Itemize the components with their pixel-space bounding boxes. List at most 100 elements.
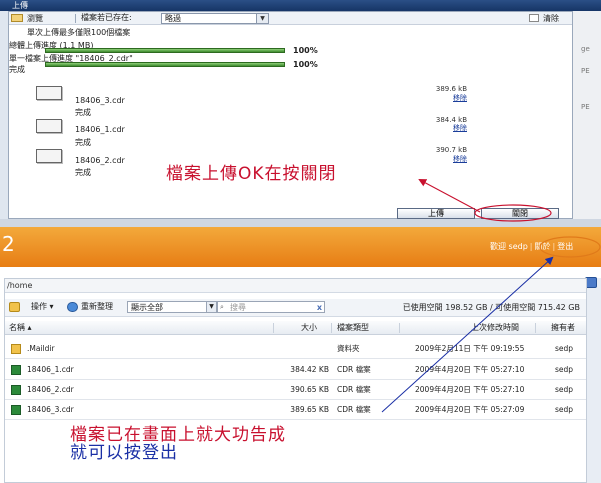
header-links: 歡迎 sedp | 關於 | 登出 — [490, 241, 573, 252]
column-name[interactable]: 名稱 ▴ — [9, 321, 32, 335]
browse-folder-icon — [11, 14, 23, 22]
file-icon — [36, 149, 62, 163]
clear-button[interactable]: 清除 — [529, 13, 571, 24]
annotation-logout-note: 檔案已在畫面上就大功告成 就可以按登出 — [70, 426, 286, 462]
column-owner[interactable]: 擁有者 — [551, 321, 575, 335]
file-progress-bar — [45, 62, 285, 67]
file-progress-pct: 100% — [293, 60, 318, 69]
actions-menu[interactable]: 操作 ▾ — [31, 301, 54, 313]
section-divider — [0, 219, 601, 227]
column-type[interactable]: 檔案類型 — [337, 321, 369, 335]
chevron-down-icon: ▼ — [206, 302, 216, 312]
row-modified: 2009年4月20日 下午 05:27:10 — [415, 385, 525, 394]
row-name[interactable]: 18406_2.cdr — [27, 380, 74, 400]
upload-file-status: 完成 — [75, 168, 91, 177]
cdr-file-icon — [11, 365, 21, 375]
dialog-title: 上傳 — [12, 1, 28, 10]
browse-label: 瀏覽 — [27, 14, 43, 23]
table-row[interactable]: 18406_1.cdr 384.42 KB CDR 檔案 2009年4月20日 … — [5, 360, 586, 380]
total-progress-pct: 100% — [293, 46, 318, 55]
chevron-down-icon: ▼ — [256, 14, 268, 23]
browse-button[interactable]: 瀏覽 — [11, 13, 71, 24]
annotation-upload-ok: 檔案上傳OK在按關閉 — [166, 164, 337, 184]
logout-link[interactable]: 登出 — [557, 242, 573, 251]
upload-file-name: 18406_2.cdr — [75, 156, 125, 165]
path-bar: /home — [5, 279, 586, 293]
upload-file-size: 389.6 kB — [435, 85, 467, 93]
search-placeholder: 搜尋 — [230, 303, 246, 312]
file-icon — [36, 86, 62, 100]
upload-file-remove-link[interactable]: 移除 — [417, 93, 467, 103]
upload-file-remove-link[interactable]: 移除 — [417, 154, 467, 164]
row-type: CDR 檔案 — [337, 385, 371, 394]
upload-dialog: 上傳 瀏覽 檔案若已存在: 略過 ▼ 清除 單次上傳最多僅限100個檔案 總體上… — [0, 0, 601, 226]
dialog-title-bar: 上傳 — [0, 0, 601, 11]
total-progress-bar — [45, 48, 285, 53]
about-link[interactable]: 關於 — [535, 242, 551, 251]
upload-button[interactable]: 上傳 — [397, 208, 475, 219]
row-modified: 2009年2月11日 下午 09:19:55 — [415, 344, 525, 353]
annotation-line-1: 檔案已在畫面上就大功告成 — [70, 425, 286, 445]
panel-side-rail — [587, 278, 601, 483]
clear-icon — [529, 14, 539, 22]
file-icon — [36, 119, 62, 133]
upload-file-status: 完成 — [75, 108, 91, 117]
clear-label: 清除 — [543, 14, 559, 23]
current-path: /home — [7, 281, 33, 290]
folder-icon — [11, 344, 21, 354]
exist-label: 檔案若已存在: — [81, 13, 132, 22]
welcome-text: 歡迎 sedp — [490, 242, 528, 251]
row-owner: sedp — [555, 344, 574, 353]
upload-file-name: 18406_1.cdr — [75, 125, 125, 134]
search-input[interactable]: ⌕ 搜尋 x — [217, 301, 325, 313]
row-name[interactable]: 18406_1.cdr — [27, 360, 74, 380]
upload-file-name: 18406_3.cdr — [75, 96, 125, 105]
row-owner: sedp — [555, 365, 574, 374]
row-name[interactable]: 18406_3.cdr — [27, 400, 74, 420]
column-size[interactable]: 大小 — [301, 321, 317, 335]
row-name[interactable]: .Maildir — [27, 339, 55, 359]
exist-select-value: 略過 — [165, 14, 181, 23]
table-header: 名稱 ▴ 大小 檔案類型 上次修改時間 擁有者 — [5, 321, 586, 335]
upload-file-status: 完成 — [75, 138, 91, 147]
upload-file-remove-link[interactable]: 移除 — [417, 123, 467, 133]
total-progress-fill — [46, 49, 284, 52]
row-owner: sedp — [555, 405, 574, 414]
upload-file-size: 390.7 kB — [435, 146, 467, 154]
file-progress-fill — [46, 63, 284, 66]
row-modified: 2009年4月20日 下午 05:27:09 — [415, 405, 525, 414]
refresh-button[interactable]: 重新整理 — [81, 301, 113, 313]
cdr-file-icon — [11, 405, 21, 415]
background-window-strip: ge PE PE — [573, 11, 601, 226]
table-row[interactable]: 18406_2.cdr 390.65 KB CDR 檔案 2009年4月20日 … — [5, 380, 586, 400]
annotation-line-2: 就可以按登出 — [70, 443, 178, 463]
row-size — [273, 339, 329, 359]
link-separator: | — [552, 242, 556, 251]
column-modified[interactable]: 上次修改時間 — [471, 321, 519, 335]
progress-status: 完成 — [9, 65, 25, 74]
table-row[interactable]: 18406_3.cdr 389.65 KB CDR 檔案 2009年4月20日 … — [5, 400, 586, 420]
quota-text: 已使用空間 198.52 GB / 可使用空間 715.42 GB — [402, 303, 580, 312]
filter-select-value: 顯示全部 — [131, 303, 163, 312]
refresh-icon — [67, 302, 78, 312]
row-owner: sedp — [555, 385, 574, 394]
exist-select[interactable]: 略過 ▼ — [161, 13, 269, 24]
cdr-file-icon — [11, 385, 21, 395]
app-logo: 2 — [2, 232, 15, 256]
search-icon: ⌕ — [220, 303, 224, 311]
dialog-toolbar: 瀏覽 檔案若已存在: 略過 ▼ 清除 — [9, 12, 572, 25]
table-row[interactable]: .Maildir 資料夾 2009年2月11日 下午 09:19:55 sedp — [5, 339, 586, 359]
up-folder-icon[interactable] — [9, 302, 20, 312]
row-type: 資料夾 — [337, 344, 360, 353]
close-button[interactable]: 關閉 — [481, 208, 559, 219]
row-size: 389.65 KB — [290, 405, 329, 414]
filter-select[interactable]: 顯示全部 ▼ — [127, 301, 217, 313]
row-size: 390.65 KB — [290, 385, 329, 394]
clear-search-icon[interactable]: x — [317, 302, 322, 313]
link-separator: | — [529, 242, 533, 251]
row-type: CDR 檔案 — [337, 365, 371, 374]
row-size: 384.42 KB — [290, 365, 329, 374]
row-type: CDR 檔案 — [337, 405, 371, 414]
upload-limit-text: 單次上傳最多僅限100個檔案 — [27, 28, 131, 37]
dialog-body: 瀏覽 檔案若已存在: 略過 ▼ 清除 單次上傳最多僅限100個檔案 總體上傳進度… — [8, 11, 573, 219]
